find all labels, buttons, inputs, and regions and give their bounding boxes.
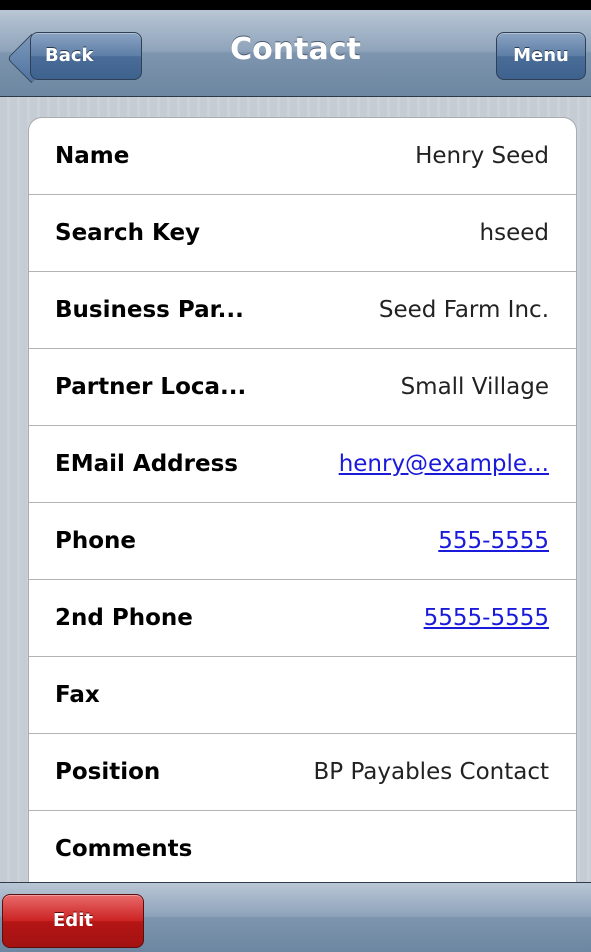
field-label: Position	[55, 759, 161, 785]
bottom-toolbar: Edit	[0, 882, 591, 952]
navigation-bar: Back Contact Menu	[0, 10, 591, 97]
field-row-comments[interactable]: Comments	[29, 811, 576, 888]
field-row-name[interactable]: Name Henry Seed	[29, 118, 576, 195]
edit-button[interactable]: Edit	[2, 894, 144, 948]
field-row-email[interactable]: EMail Address henry@example...	[29, 426, 576, 503]
field-row-partner-location[interactable]: Partner Loca... Small Village	[29, 349, 576, 426]
contact-detail-list: Name Henry Seed Search Key hseed Busines…	[28, 117, 577, 917]
field-row-2nd-phone[interactable]: 2nd Phone 5555-5555	[29, 580, 576, 657]
field-value: Small Village	[400, 374, 549, 400]
field-value: BP Payables Contact	[313, 759, 549, 785]
field-row-position[interactable]: Position BP Payables Contact	[29, 734, 576, 811]
field-label: Phone	[55, 528, 137, 554]
field-label: EMail Address	[55, 451, 238, 477]
field-value: Seed Farm Inc.	[378, 297, 549, 323]
field-label: Fax	[55, 682, 100, 708]
field-row-fax[interactable]: Fax	[29, 657, 576, 734]
field-label: Name	[55, 143, 130, 169]
phone-link[interactable]: 555-5555	[438, 503, 549, 579]
field-row-business-partner[interactable]: Business Par... Seed Farm Inc.	[29, 272, 576, 349]
email-link[interactable]: henry@example...	[339, 426, 549, 502]
field-label: Comments	[55, 836, 193, 862]
content-area: Name Henry Seed Search Key hseed Busines…	[0, 97, 591, 917]
field-label: Business Par...	[55, 297, 244, 323]
field-value: Henry Seed	[415, 143, 549, 169]
field-value: hseed	[479, 220, 549, 246]
field-label: Partner Loca...	[55, 374, 247, 400]
field-row-search-key[interactable]: Search Key hseed	[29, 195, 576, 272]
second-phone-link[interactable]: 5555-5555	[424, 580, 549, 656]
field-row-phone[interactable]: Phone 555-5555	[29, 503, 576, 580]
field-label: 2nd Phone	[55, 605, 193, 631]
menu-button[interactable]: Menu	[496, 32, 586, 80]
status-bar	[0, 0, 591, 10]
field-label: Search Key	[55, 220, 201, 246]
